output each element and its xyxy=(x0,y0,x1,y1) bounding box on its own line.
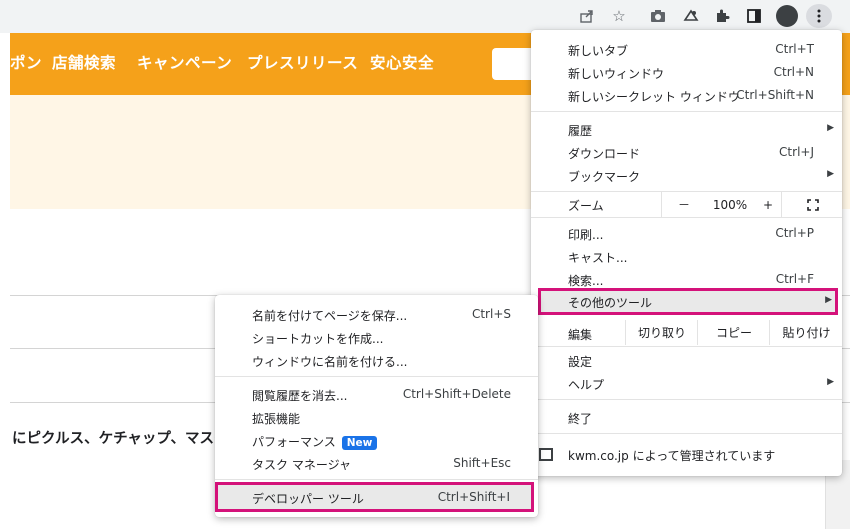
menu-item-shortcut: Ctrl+S xyxy=(471,307,511,321)
main-menu-lower: 編集 切り取り コピー 貼り付け 設定 ヘルプ ▶ 終了 kwm.co.jp に… xyxy=(531,317,842,476)
menu-separator xyxy=(531,433,842,434)
edit-row: 編集 切り取り コピー 貼り付け xyxy=(531,320,842,345)
menu-separator xyxy=(531,346,842,347)
building-icon xyxy=(539,448,553,461)
menu-separator xyxy=(531,399,842,400)
menu-item-shortcut: Ctrl+N xyxy=(773,65,814,79)
menu-item-bookmarks[interactable]: ブックマーク ▶ xyxy=(531,164,842,187)
menu-item-shortcut: Ctrl+Shift+Delete xyxy=(402,387,511,401)
menu-item-name-window[interactable]: ウィンドウに名前を付ける... xyxy=(215,349,538,372)
nav-item-press-release[interactable]: プレスリリース xyxy=(247,51,358,73)
menu-item-label: 新しいタブ xyxy=(568,44,629,58)
browser-toolbar: ☆ xyxy=(0,0,850,33)
menu-item-label: 終了 xyxy=(568,412,593,426)
menu-item-downloads[interactable]: ダウンロード Ctrl+J xyxy=(531,141,842,164)
menu-item-managed[interactable]: kwm.co.jp によって管理されています xyxy=(531,443,842,466)
menu-item-shortcut: Ctrl+P xyxy=(775,226,814,240)
zoom-out-button[interactable]: － xyxy=(661,192,706,217)
edit-label: 編集 xyxy=(568,328,593,342)
menu-item-shortcut: Ctrl+F xyxy=(775,272,814,286)
menu-item-label: キャスト... xyxy=(568,251,628,265)
avatar[interactable] xyxy=(776,5,798,27)
menu-item-label: 設定 xyxy=(568,355,593,369)
menu-item-history[interactable]: 履歴 ▶ xyxy=(531,118,842,141)
menu-item-label: 名前を付けてページを保存... xyxy=(252,309,408,323)
menu-item-cast[interactable]: キャスト... xyxy=(531,245,842,268)
menu-item-exit[interactable]: 終了 xyxy=(531,406,842,429)
menu-item-label: ウィンドウに名前を付ける... xyxy=(252,355,408,369)
menu-item-clear-data[interactable]: 閲覧履歴を消去... Ctrl+Shift+Delete xyxy=(215,383,538,406)
zoom-level: 100% xyxy=(712,197,748,212)
puzzle-icon[interactable] xyxy=(709,4,735,28)
menu-item-new-incognito[interactable]: 新しいシークレット ウィンドウ Ctrl+Shift+N xyxy=(531,84,842,107)
menu-item-label: ショートカットを作成... xyxy=(252,332,384,346)
menu-item-label: 履歴 xyxy=(568,124,593,138)
menu-item-label: その他のツール xyxy=(568,296,653,310)
menu-item-label: 閲覧履歴を消去... xyxy=(252,389,348,403)
menu-item-label: ヘルプ xyxy=(568,378,605,392)
zoom-in-button[interactable]: + xyxy=(755,192,781,217)
menu-separator xyxy=(531,217,842,218)
menu-item-label: 新しいシークレット ウィンドウ xyxy=(568,90,740,104)
nav-item-coupon[interactable]: ポン xyxy=(10,51,42,73)
menu-item-help[interactable]: ヘルプ ▶ xyxy=(531,372,842,395)
menu-item-settings[interactable]: 設定 xyxy=(531,349,842,372)
menu-item-performance[interactable]: パフォーマンス New xyxy=(215,429,538,452)
nav-item-store-search[interactable]: 店舗検索 xyxy=(52,51,116,73)
share-icon[interactable] xyxy=(574,4,600,28)
fullscreen-icon[interactable] xyxy=(781,192,843,217)
new-badge: New xyxy=(341,436,378,450)
menu-item-label: 検索... xyxy=(568,274,604,288)
menu-item-new-window[interactable]: 新しいウィンドウ Ctrl+N xyxy=(531,61,842,84)
menu-item-dev-tools[interactable]: デベロッパー ツール Ctrl+Shift+I xyxy=(215,482,534,512)
menu-item-save-page[interactable]: 名前を付けてページを保存... Ctrl+S xyxy=(215,303,538,326)
menu-item-new-tab[interactable]: 新しいタブ Ctrl+T xyxy=(531,38,842,61)
menu-item-shortcut: Shift+Esc xyxy=(453,456,511,470)
menu-item-more-tools[interactable]: その他のツール ▶ xyxy=(538,288,838,315)
cut-button[interactable]: 切り取り xyxy=(625,320,698,345)
extension-shield-icon[interactable] xyxy=(678,4,704,28)
menu-item-label: 印刷... xyxy=(568,228,604,242)
zoom-row: ズーム － 100% + xyxy=(531,192,842,217)
chevron-right-icon: ▶ xyxy=(827,123,834,133)
menu-item-extensions[interactable]: 拡張機能 xyxy=(215,406,538,429)
sidepanel-icon[interactable] xyxy=(741,4,767,28)
menu-item-label: 拡張機能 xyxy=(252,412,301,426)
menu-item-shortcut: Ctrl+T xyxy=(775,42,814,56)
body-text: にピクルス、ケチャップ、マスタ xyxy=(12,431,229,447)
chevron-right-icon: ▶ xyxy=(827,377,834,387)
zoom-label: ズーム xyxy=(568,199,604,213)
menu-separator xyxy=(215,479,538,480)
menu-separator xyxy=(531,111,842,112)
menu-item-task-manager[interactable]: タスク マネージャ Shift+Esc xyxy=(215,452,538,475)
star-icon[interactable]: ☆ xyxy=(606,4,632,28)
menu-item-print[interactable]: 印刷... Ctrl+P xyxy=(531,222,842,245)
nav-item-campaign[interactable]: キャンペーン xyxy=(137,51,232,73)
menu-item-label: デベロッパー ツール xyxy=(252,492,364,506)
paste-button[interactable]: 貼り付け xyxy=(769,320,843,345)
menu-item-label: タスク マネージャ xyxy=(252,458,351,472)
chevron-right-icon: ▶ xyxy=(825,295,832,305)
menu-item-label: パフォーマンス New xyxy=(252,433,378,450)
copy-button[interactable]: コピー xyxy=(697,320,770,345)
menu-item-shortcut: Ctrl+Shift+N xyxy=(736,88,814,102)
chevron-right-icon: ▶ xyxy=(827,169,834,179)
camera-icon[interactable] xyxy=(645,4,671,28)
kebab-menu-icon[interactable] xyxy=(806,4,832,28)
menu-item-label: 新しいウィンドウ xyxy=(568,67,665,81)
menu-item-create-shortcut[interactable]: ショートカットを作成... xyxy=(215,326,538,349)
menu-item-label: kwm.co.jp によって管理されています xyxy=(568,449,776,463)
menu-item-label: ブックマーク xyxy=(568,170,641,184)
menu-item-shortcut: Ctrl+Shift+I xyxy=(437,490,510,504)
nav-item-safety[interactable]: 安心安全 xyxy=(370,51,434,73)
menu-item-label: ダウンロード xyxy=(568,147,641,161)
menu-item-shortcut: Ctrl+J xyxy=(779,145,814,159)
menu-separator xyxy=(215,376,538,377)
